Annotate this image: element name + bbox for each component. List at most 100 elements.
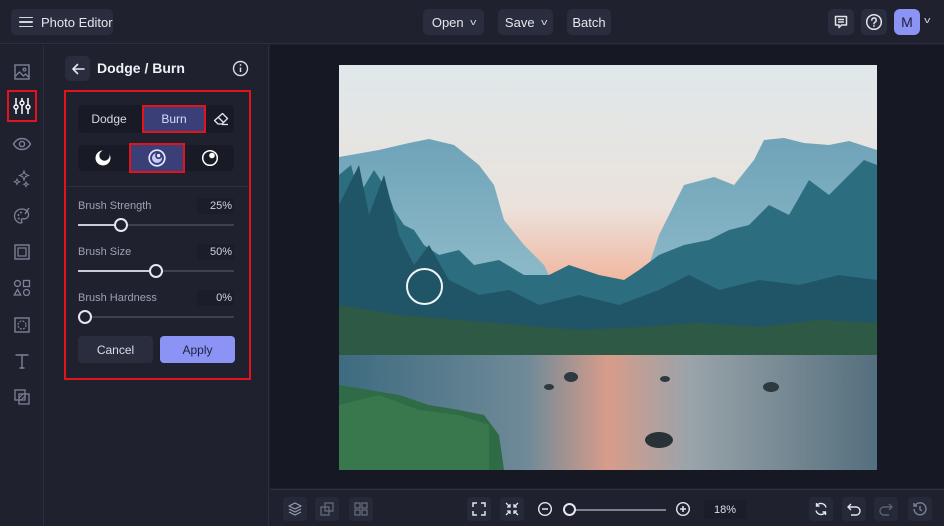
sidebar-item-adjust[interactable] [7,90,37,122]
tool-sidebar [0,45,44,526]
brush-strength-slider[interactable] [78,218,234,232]
reset-icon [815,502,827,516]
batch-button[interactable]: Batch [567,9,611,35]
undo-icon [847,503,861,516]
top-bar: Photo Editor Open v Save v Batch M v [0,0,944,44]
sidebar-item-textures[interactable] [10,313,34,337]
open-button[interactable]: Open v [423,9,484,35]
back-button[interactable] [65,56,90,81]
cancel-button[interactable]: Cancel [78,336,153,363]
help-icon [865,13,883,31]
main-menu-button[interactable]: Photo Editor [11,9,113,35]
brush-hardness-slider[interactable] [78,310,234,324]
feedback-button[interactable] [828,9,854,35]
zoom-level[interactable]: 18% [704,500,746,519]
brush-size-fill [78,270,156,272]
palette-icon [13,207,30,224]
zoom-slider[interactable] [570,509,666,511]
bottom-toolbar: 18% [270,489,944,526]
sidebar-item-frames[interactable] [10,240,34,264]
comment-icon [834,15,848,29]
burn-label: Burn [161,112,187,126]
save-button[interactable]: Save v [498,9,553,35]
midtones-icon [148,149,166,167]
sparkle-icon [13,169,30,188]
sidebar-item-effects[interactable] [10,132,34,156]
batch-label: Batch [572,14,606,30]
brush-strength-thumb[interactable] [113,218,128,232]
grid-button[interactable] [349,497,373,521]
fit-screen-button[interactable] [467,497,491,521]
grid-icon [354,502,368,516]
fit-screen-icon [472,502,486,516]
eye-icon [12,137,32,151]
midtones-button[interactable] [129,143,185,173]
texture-icon [14,317,30,333]
user-avatar[interactable]: M [894,9,920,35]
sliders-icon [13,98,31,114]
brush-size-thumb[interactable] [149,264,163,278]
brush-strength-value[interactable]: 25% [197,198,234,214]
open-label: Open [431,14,464,30]
burn-button[interactable]: Burn [142,105,206,133]
brush-hardness-thumb[interactable] [78,310,92,324]
brush-hardness-label: Brush Hardness [78,292,157,304]
brush-strength-label: Brush Strength [78,200,152,212]
shapes-icon [13,279,31,297]
shadows-icon [95,150,111,166]
app-title: Photo Editor [41,14,113,30]
history-icon [913,502,927,516]
undo-button[interactable] [842,497,866,521]
overlay-icon [14,389,30,405]
tone-range-toggle [78,143,234,173]
shrink-icon [505,502,519,516]
duplicate-button[interactable] [315,497,339,521]
dodge-button[interactable]: Dodge [78,105,140,133]
zoom-out-button[interactable] [533,497,557,521]
sidebar-item-text[interactable] [10,349,34,373]
brush-cursor [406,268,443,305]
apply-button[interactable]: Apply [160,336,235,363]
zoom-slider-thumb[interactable] [563,503,576,516]
sidebar-item-touch-up[interactable] [10,167,34,191]
apply-label: Apply [182,342,213,357]
zoom-out-icon [537,501,553,517]
text-icon [15,354,29,369]
dodge-burn-panel: Dodge / Burn Dodge Burn Brush Strength 2… [45,45,269,526]
arrow-left-icon [71,63,85,74]
eraser-button[interactable] [208,105,234,133]
chevron-down-icon: v [540,17,547,27]
brush-size-slider[interactable] [78,264,234,278]
sidebar-item-graphics[interactable] [10,276,34,300]
highlights-button[interactable] [186,145,234,171]
menu-icon [19,16,33,28]
zoom-in-button[interactable] [671,497,695,521]
redo-icon [879,503,893,516]
chevron-down-icon: v [469,17,477,27]
highlights-icon [201,149,219,167]
reset-button[interactable] [809,497,833,521]
sidebar-item-overlays[interactable] [10,385,34,409]
history-button[interactable] [908,497,932,521]
brush-size-value[interactable]: 50% [197,244,234,260]
mode-toggle: Dodge Burn [78,105,234,133]
shadows-button[interactable] [78,145,128,171]
divider [66,186,249,187]
sidebar-item-artsy[interactable] [10,204,34,228]
frame-icon [14,244,30,260]
info-icon[interactable] [232,60,249,77]
brush-hardness-value[interactable]: 0% [197,290,234,306]
redo-button[interactable] [874,497,898,521]
zoom-in-icon [675,501,691,517]
panel-title: Dodge / Burn [97,60,185,76]
sidebar-item-image[interactable] [10,60,34,84]
chevron-down-icon[interactable]: v [924,15,930,25]
save-label: Save [504,14,535,30]
help-button[interactable] [861,9,887,35]
layers-button[interactable] [283,497,307,521]
image-icon [14,64,30,80]
shrink-button[interactable] [500,497,524,521]
duplicate-icon [320,502,334,516]
avatar-initial: M [901,14,913,30]
dodge-label: Dodge [91,112,127,126]
